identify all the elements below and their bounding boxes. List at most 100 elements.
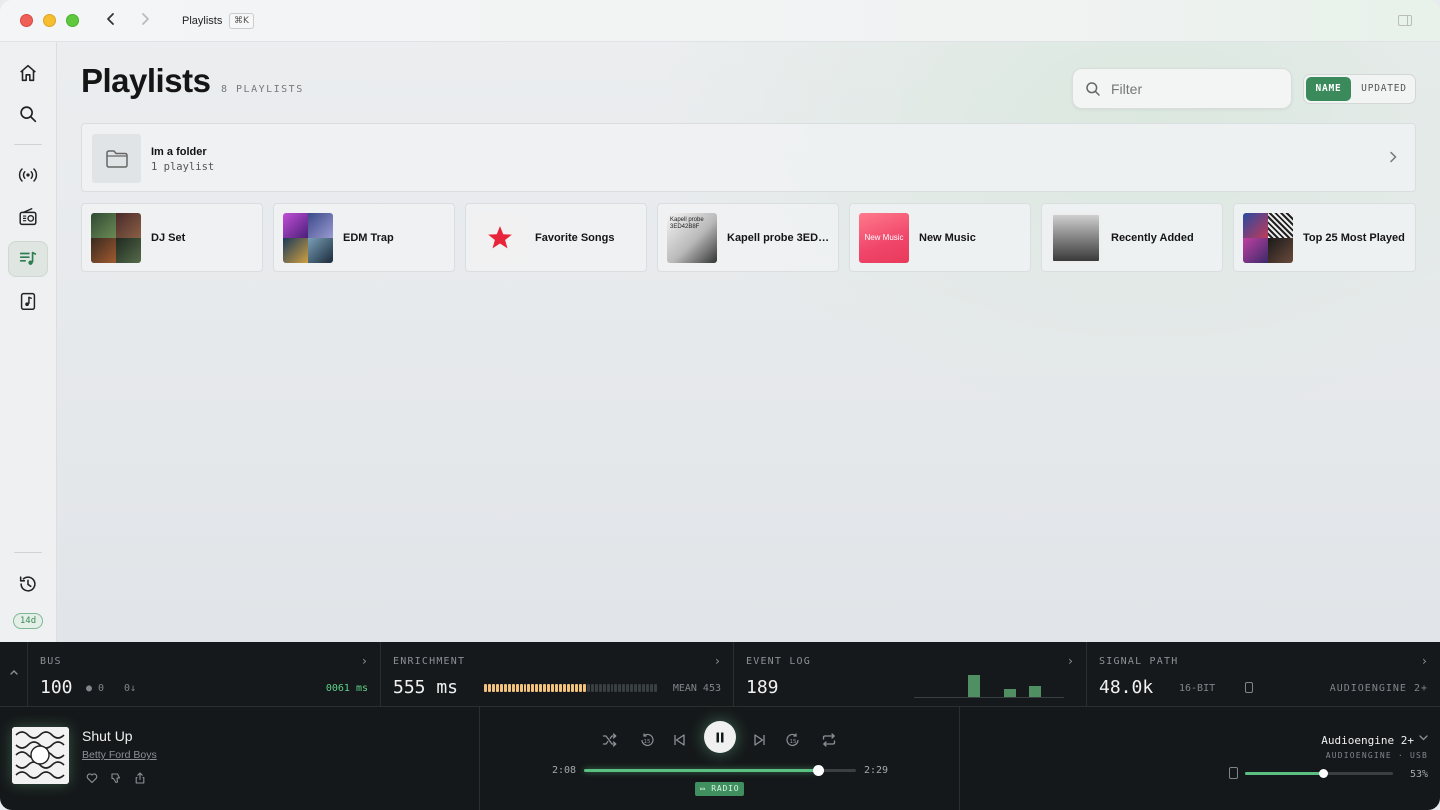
collapse-stats-button[interactable] (0, 642, 28, 707)
sidebar-divider (14, 552, 42, 553)
chevron-right-icon: › (713, 654, 721, 668)
pause-icon (716, 732, 724, 742)
total-duration: 2:29 (864, 765, 889, 776)
playlist-card[interactable]: Kapell probe 3ED42B8F Kapell probe 3ED4.… (657, 203, 839, 272)
track-title[interactable]: Shut Up (82, 728, 133, 744)
artwork-label: New Music (864, 233, 904, 242)
progress-handle[interactable] (812, 765, 824, 776)
output-device-details: AUDIOENGINE · USB (1325, 751, 1428, 760)
elapsed-time: 2:08 (552, 765, 577, 776)
minimize-window-button[interactable] (43, 14, 56, 27)
forward-button[interactable] (140, 12, 150, 31)
enrichment-meter-segment (594, 684, 598, 692)
skip-back-15-button[interactable]: 15 (635, 728, 659, 752)
app-window: Playlists ⌘K 14d Playlists 8 PLAYLISTS F… (0, 0, 1440, 810)
sort-by-updated-button[interactable]: UPDATED (1354, 77, 1414, 101)
sidebar-item-songs[interactable] (8, 283, 48, 319)
sidebar-item-home[interactable] (8, 55, 48, 91)
sidebar: 14d (0, 42, 57, 642)
event-log-bar (1029, 685, 1041, 697)
enrichment-meter-segment (574, 684, 578, 692)
sidebar-item-live[interactable] (8, 157, 48, 193)
enrichment-meter-segment (602, 684, 606, 692)
sidebar-item-history[interactable] (8, 566, 48, 602)
enrichment-meter-segment (515, 684, 519, 692)
enrichment-meter-segment (499, 684, 503, 692)
svg-text:15: 15 (790, 739, 797, 745)
playlist-name: DJ Set (151, 232, 186, 244)
share-icon (135, 772, 145, 784)
filter-box[interactable] (1072, 68, 1292, 109)
progress-bar[interactable] (584, 765, 856, 776)
enrichment-meter-segment (503, 684, 507, 692)
folder-name: Im a folder (151, 146, 207, 158)
close-window-button[interactable] (20, 14, 33, 27)
dislike-button[interactable] (110, 771, 122, 784)
folder-thumbnail (92, 134, 141, 183)
home-icon (20, 64, 36, 82)
output-device-selector[interactable]: Audioengine 2+ (1321, 734, 1414, 747)
volume-slider[interactable] (1245, 769, 1393, 778)
filter-input[interactable] (1111, 78, 1281, 100)
album-art-pattern (12, 727, 69, 784)
playlist-card[interactable]: DJ Set (81, 203, 263, 272)
previous-track-button[interactable] (667, 728, 691, 752)
enrichment-meter-segment (523, 684, 527, 692)
command-palette-shortcut[interactable]: ⌘K (229, 13, 254, 29)
sidebar-item-radio[interactable] (8, 199, 48, 235)
share-button[interactable] (134, 771, 146, 784)
like-button[interactable] (86, 771, 98, 784)
sidebar-item-search[interactable] (8, 96, 48, 132)
playlist-icon (19, 251, 37, 265)
skip-forward-15-button[interactable]: 15 (781, 728, 805, 752)
search-icon (20, 106, 37, 123)
bus-in-indicator: ● 0 (86, 683, 105, 694)
playlist-card[interactable]: EDM Trap (273, 203, 455, 272)
next-track-button[interactable] (748, 728, 772, 752)
playlist-artwork (1051, 213, 1101, 263)
speaker-icon (1245, 682, 1253, 693)
heart-icon (86, 773, 98, 784)
enrichment-meter-segment (539, 684, 543, 692)
album-art[interactable] (12, 727, 69, 784)
sort-by-name-button[interactable]: NAME (1306, 77, 1351, 101)
toggle-panel-icon[interactable] (1398, 15, 1412, 26)
stat-signal-path[interactable]: SIGNAL PATH › 48.0k 16-BIT AUDIOENGINE 2… (1087, 642, 1440, 707)
speaker-icon (1229, 767, 1238, 779)
enrichment-meter-segment (582, 684, 586, 692)
bus-out-count: 0↓ (124, 683, 137, 694)
folder-icon (105, 149, 128, 168)
radio-icon (19, 208, 37, 226)
enrichment-meter-segment (519, 684, 523, 692)
bit-depth: 16-BIT (1179, 683, 1216, 694)
enrichment-meter-segment (531, 684, 535, 692)
enrichment-meter-segment (638, 684, 642, 692)
volume-handle[interactable] (1319, 769, 1329, 778)
playlist-artwork (91, 213, 141, 263)
chevron-right-icon (1389, 150, 1397, 166)
enrichment-meter-segment (622, 684, 626, 692)
playlist-artwork (283, 213, 333, 263)
playlist-card[interactable]: New Music New Music (849, 203, 1031, 272)
chevron-right-icon: › (1420, 654, 1428, 668)
zoom-window-button[interactable] (66, 14, 79, 27)
chevron-down-icon[interactable] (1419, 733, 1428, 744)
playlist-card[interactable]: Top 25 Most Played (1233, 203, 1416, 272)
stat-enrichment[interactable]: ENRICHMENT › 555 ms MEAN 453 (381, 642, 734, 707)
playlist-name: Favorite Songs (535, 232, 615, 244)
stat-bus[interactable]: BUS › 100 ● 0 0↓ 0061 ms (28, 642, 381, 707)
repeat-button[interactable] (817, 728, 841, 752)
stat-value: 100 (40, 677, 73, 698)
enrichment-meter-segment (559, 684, 563, 692)
playlist-artwork: New Music (859, 213, 909, 263)
folder-row[interactable]: Im a folder 1 playlist (81, 123, 1416, 192)
playlist-card[interactable]: Recently Added (1041, 203, 1223, 272)
shuffle-button[interactable] (598, 728, 622, 752)
stat-event-log[interactable]: EVENT LOG › 189 (734, 642, 1087, 707)
pause-button[interactable] (704, 721, 736, 753)
sidebar-item-playlists[interactable] (8, 241, 48, 277)
enrichment-meter-segment (626, 684, 630, 692)
back-button[interactable] (106, 12, 116, 31)
playlist-card[interactable]: Favorite Songs (465, 203, 647, 272)
track-artist-link[interactable]: Betty Ford Boys (82, 749, 157, 761)
